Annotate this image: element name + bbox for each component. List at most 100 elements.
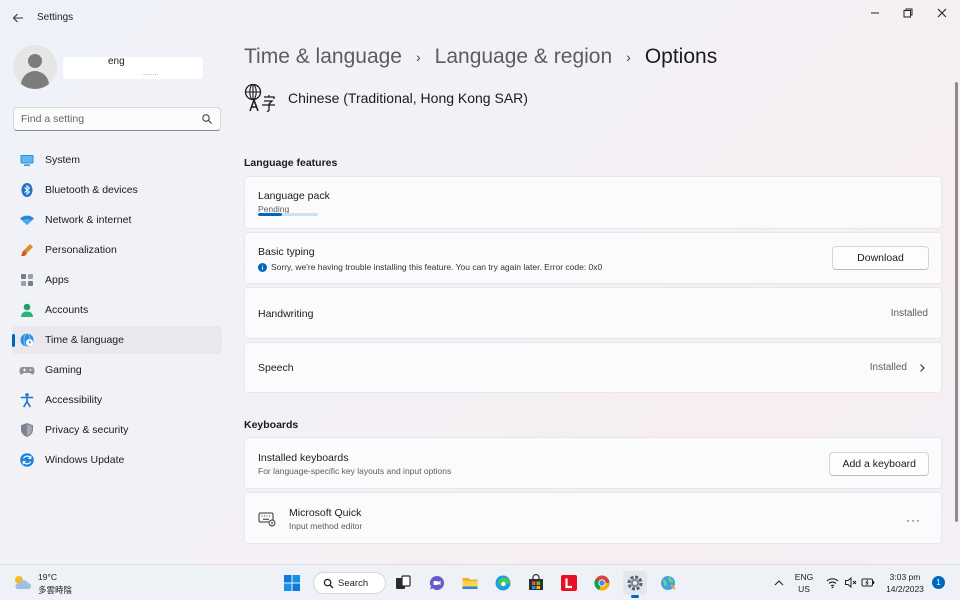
brush-icon xyxy=(19,242,35,258)
battery-icon[interactable] xyxy=(861,576,875,589)
breadcrumb-language-region[interactable]: Language & region xyxy=(435,45,613,69)
minimize-button[interactable] xyxy=(863,4,887,22)
sidebar-item-apps[interactable]: Apps xyxy=(12,266,222,294)
clock-date: 14/2/2023 xyxy=(886,584,924,594)
sidebar-item-system[interactable]: System xyxy=(12,146,222,174)
office-l-icon xyxy=(561,575,577,591)
minimize-icon xyxy=(871,12,879,14)
weather-widget[interactable]: 19°C 多雲時陰 xyxy=(12,570,82,596)
store-icon xyxy=(529,574,543,590)
language-icon xyxy=(244,83,275,112)
clock-time[interactable]: 3:03 pm xyxy=(883,572,927,582)
sidebar-item-gaming[interactable]: Gaming xyxy=(12,356,222,384)
sidebar-item-privacy[interactable]: Privacy & security xyxy=(12,416,222,444)
globe-clock-icon xyxy=(19,332,35,348)
sidebar-item-personalization[interactable]: Personalization xyxy=(12,236,222,264)
sidebar-item-label: Accounts xyxy=(45,304,89,316)
close-button[interactable] xyxy=(930,4,954,22)
sidebar-nav: System Bluetooth & devices Network & int… xyxy=(12,146,222,476)
error-text: Sorry, we're having trouble installing t… xyxy=(271,262,603,272)
sidebar-item-bluetooth[interactable]: Bluetooth & devices xyxy=(12,176,222,204)
card-title: Speech xyxy=(258,362,294,374)
close-icon xyxy=(937,8,947,18)
basic-typing-card: Basic typing Sorry, we're having trouble… xyxy=(244,232,942,284)
sidebar-item-label: Windows Update xyxy=(45,454,125,466)
folder-icon xyxy=(462,578,478,589)
language-header: Chinese (Traditional, Hong Kong SAR) xyxy=(244,83,528,113)
chat-icon xyxy=(429,575,445,590)
search-icon[interactable] xyxy=(201,113,213,125)
card-subtitle: For language-specific key layouts and in… xyxy=(258,466,452,476)
weather-temperature: 19°C xyxy=(38,572,57,582)
taskbar: 19°C 多雲時陰 Search ENG US 3:03 pm 14/2/202… xyxy=(0,564,960,600)
cloud-sun-icon xyxy=(15,576,31,589)
sidebar-item-label: Apps xyxy=(45,274,69,286)
input-language-top[interactable]: ENG xyxy=(793,572,815,582)
chrome-icon xyxy=(594,575,610,591)
sidebar-item-label: Privacy & security xyxy=(45,424,129,436)
sidebar-item-time-language[interactable]: Time & language xyxy=(12,326,222,354)
chrome-button[interactable] xyxy=(590,571,614,595)
file-explorer-button[interactable] xyxy=(458,571,482,595)
task-view-button[interactable] xyxy=(391,571,415,595)
person-icon xyxy=(19,302,35,318)
search-box[interactable] xyxy=(13,107,221,131)
sidebar-item-windows-update[interactable]: Windows Update xyxy=(12,446,222,474)
settings-app-button[interactable] xyxy=(623,571,647,598)
info-icon xyxy=(258,262,267,272)
volume-muted-icon[interactable] xyxy=(844,576,857,589)
handwriting-card: Handwriting Installed xyxy=(244,287,942,339)
app-title: Settings xyxy=(37,12,74,23)
chat-app-button[interactable] xyxy=(425,571,449,595)
maximize-button[interactable] xyxy=(896,4,920,22)
office-app-button[interactable] xyxy=(557,571,581,595)
taskbar-search[interactable]: Search xyxy=(313,572,386,594)
user-profile[interactable]: eng ........ xyxy=(13,42,223,90)
gear-icon xyxy=(627,575,643,591)
edge-icon xyxy=(495,575,511,591)
wifi-icon xyxy=(19,212,35,228)
keyboard-icon xyxy=(258,512,276,527)
section-title-language-features: Language features xyxy=(244,157,338,169)
sidebar-item-label: Bluetooth & devices xyxy=(45,184,138,196)
microsoft-quick-card: Microsoft Quick Input method editor ··· xyxy=(244,492,942,544)
task-view-icon xyxy=(396,575,411,589)
store-button[interactable] xyxy=(524,571,548,595)
search-input[interactable] xyxy=(14,108,194,130)
language-name: Chinese (Traditional, Hong Kong SAR) xyxy=(288,90,528,106)
wifi-icon[interactable] xyxy=(826,576,839,589)
edge-browser-button[interactable] xyxy=(491,571,515,595)
chevron-right-icon xyxy=(920,364,925,372)
back-button[interactable] xyxy=(8,8,28,28)
avatar xyxy=(13,45,57,89)
paint-globe-icon xyxy=(661,576,676,590)
pinned-app-button[interactable] xyxy=(656,571,680,595)
sidebar-item-accessibility[interactable]: Accessibility xyxy=(12,386,222,414)
start-button[interactable] xyxy=(280,571,304,595)
weather-condition: 多雲時陰 xyxy=(38,585,73,595)
sidebar-item-label: Time & language xyxy=(45,334,124,346)
back-arrow-icon xyxy=(12,13,23,23)
chevron-up-icon[interactable] xyxy=(773,577,785,589)
sidebar-item-label: Network & internet xyxy=(45,214,132,226)
speech-card[interactable]: Speech Installed xyxy=(244,342,942,393)
apps-icon xyxy=(19,272,35,288)
page-title: Options xyxy=(644,45,718,68)
title-bar: Settings xyxy=(0,0,960,36)
notification-badge[interactable]: 1 xyxy=(932,576,945,589)
download-button[interactable]: Download xyxy=(832,246,929,270)
input-language-bottom: US xyxy=(798,584,810,594)
controller-icon xyxy=(19,362,35,378)
breadcrumb-time-language[interactable]: Time & language xyxy=(244,45,402,69)
more-options-button[interactable]: ··· xyxy=(906,513,921,527)
sidebar-item-accounts[interactable]: Accounts xyxy=(12,296,222,324)
windows-logo-icon xyxy=(284,575,300,591)
scrollbar[interactable] xyxy=(955,82,958,522)
status-text: Installed xyxy=(869,362,907,373)
profile-redaction xyxy=(63,57,203,79)
language-pack-card: Language pack Pending xyxy=(244,176,942,229)
profile-name: eng xyxy=(108,56,125,67)
profile-email: ........ xyxy=(143,70,159,77)
sidebar-item-network[interactable]: Network & internet xyxy=(12,206,222,234)
add-keyboard-button[interactable]: Add a keyboard xyxy=(829,452,929,476)
